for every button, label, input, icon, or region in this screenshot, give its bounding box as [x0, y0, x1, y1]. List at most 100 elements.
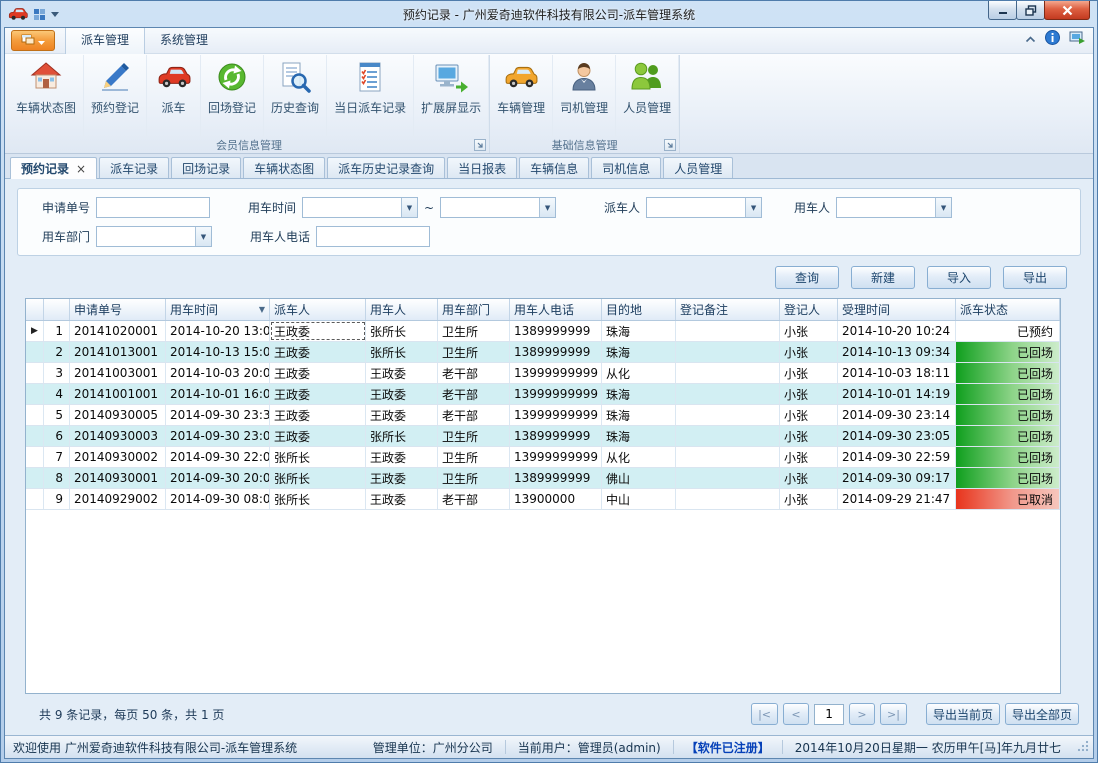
- cell-user[interactable]: 王政委: [366, 384, 438, 404]
- collapse-ribbon-icon[interactable]: [1025, 32, 1036, 46]
- column-header-registrar[interactable]: 登记人: [780, 299, 838, 320]
- cell-destination[interactable]: 从化: [602, 447, 676, 467]
- resize-grip-icon[interactable]: [1077, 740, 1089, 755]
- cell-order_no[interactable]: 20140930001: [70, 468, 166, 488]
- cell-phone[interactable]: 13999999999: [510, 447, 602, 467]
- cell-user[interactable]: 张所长: [366, 342, 438, 362]
- cell-user[interactable]: 张所长: [366, 321, 438, 341]
- cell-registrar[interactable]: 小张: [780, 405, 838, 425]
- cell-accept_time[interactable]: 2014-09-30 22:59: [838, 447, 956, 467]
- cell-accept_time[interactable]: 2014-09-30 23:14: [838, 405, 956, 425]
- column-header-dispatcher[interactable]: 派车人: [270, 299, 366, 320]
- vehicle-manage-button[interactable]: 车辆管理: [490, 55, 553, 136]
- cell-accept_time[interactable]: 2014-09-30 09:17: [838, 468, 956, 488]
- switch-window-icon[interactable]: [1069, 31, 1085, 47]
- cell-dispatcher[interactable]: 王政委: [270, 363, 366, 383]
- first-page-button[interactable]: |<: [751, 703, 778, 725]
- doc-tab-8[interactable]: 司机信息: [591, 157, 661, 178]
- cell-department[interactable]: 老干部: [438, 384, 510, 404]
- combo-arrow-icon[interactable]: ▼: [935, 198, 951, 217]
- cell-phone[interactable]: 1389999999: [510, 342, 602, 362]
- import-button[interactable]: 导入: [927, 266, 991, 289]
- cell-accept_time[interactable]: 2014-10-20 10:24: [838, 321, 956, 341]
- cell-dispatcher[interactable]: 王政委: [270, 426, 366, 446]
- cell-accept_time[interactable]: 2014-09-30 23:05: [838, 426, 956, 446]
- user-combo[interactable]: ▼: [836, 197, 952, 218]
- cell-destination[interactable]: 佛山: [602, 468, 676, 488]
- cell-order_no[interactable]: 20140930005: [70, 405, 166, 425]
- table-row[interactable]: 8201409300012014-09-30 20:00张所长王政委卫生所138…: [26, 468, 1060, 489]
- driver-manage-button[interactable]: 司机管理: [553, 55, 616, 136]
- export-current-page-button[interactable]: 导出当前页: [926, 703, 1000, 725]
- cell-accept_time[interactable]: 2014-09-29 21:47: [838, 489, 956, 509]
- cell-phone[interactable]: 1389999999: [510, 321, 602, 341]
- cell-remark[interactable]: [676, 447, 780, 467]
- cell-remark[interactable]: [676, 342, 780, 362]
- combo-arrow-icon[interactable]: ▼: [401, 198, 417, 217]
- cell-accept_time[interactable]: 2014-10-01 14:19: [838, 384, 956, 404]
- cell-use_time[interactable]: 2014-09-30 23:30: [166, 405, 270, 425]
- cell-destination[interactable]: 中山: [602, 489, 676, 509]
- license-link[interactable]: 【软件已注册】: [686, 739, 770, 756]
- doc-tab-3[interactable]: 回场记录: [171, 157, 241, 178]
- cell-phone[interactable]: 13999999999: [510, 363, 602, 383]
- cell-dispatcher[interactable]: 张所长: [270, 468, 366, 488]
- cell-dispatcher[interactable]: 张所长: [270, 489, 366, 509]
- cell-destination[interactable]: 珠海: [602, 426, 676, 446]
- cell-registrar[interactable]: 小张: [780, 384, 838, 404]
- cell-remark[interactable]: [676, 489, 780, 509]
- cell-accept_time[interactable]: 2014-10-13 09:34: [838, 342, 956, 362]
- cell-registrar[interactable]: 小张: [780, 342, 838, 362]
- cell-order_no[interactable]: 20140930003: [70, 426, 166, 446]
- dropdown-arrow-icon[interactable]: [51, 12, 59, 17]
- cell-use_time[interactable]: 2014-10-20 13:00: [166, 321, 270, 341]
- order-no-input[interactable]: [96, 197, 210, 218]
- doc-tab-2[interactable]: 派车记录: [99, 157, 169, 178]
- cell-destination[interactable]: 从化: [602, 363, 676, 383]
- close-button[interactable]: [1044, 1, 1090, 20]
- cell-registrar[interactable]: 小张: [780, 363, 838, 383]
- use-time-to-combo[interactable]: ▼: [440, 197, 556, 218]
- cell-destination[interactable]: 珠海: [602, 321, 676, 341]
- cell-use_time[interactable]: 2014-09-30 22:00: [166, 447, 270, 467]
- create-button[interactable]: 新建: [851, 266, 915, 289]
- doc-tab-4[interactable]: 车辆状态图: [243, 157, 325, 178]
- phone-input[interactable]: [316, 226, 430, 247]
- cell-phone[interactable]: 13999999999: [510, 384, 602, 404]
- staff-manage-button[interactable]: 人员管理: [616, 55, 679, 136]
- cell-status[interactable]: 已回场: [956, 468, 1060, 488]
- cell-status[interactable]: 已预约: [956, 321, 1060, 341]
- cell-dispatcher[interactable]: 王政委: [270, 405, 366, 425]
- table-row[interactable]: 7201409300022014-09-30 22:00张所长王政委卫生所139…: [26, 447, 1060, 468]
- column-header-destination[interactable]: 目的地: [602, 299, 676, 320]
- next-page-button[interactable]: >: [849, 703, 875, 725]
- cell-destination[interactable]: 珠海: [602, 384, 676, 404]
- cell-dispatcher[interactable]: 王政委: [270, 342, 366, 362]
- cell-order_no[interactable]: 20141003001: [70, 363, 166, 383]
- cell-registrar[interactable]: 小张: [780, 426, 838, 446]
- combo-arrow-icon[interactable]: ▼: [195, 227, 211, 246]
- cell-status[interactable]: 已回场: [956, 363, 1060, 383]
- daily-dispatch-record-button[interactable]: 当日派车记录: [327, 55, 414, 136]
- table-row[interactable]: ▶1201410200012014-10-20 13:00王政委张所长卫生所13…: [26, 321, 1060, 342]
- cell-destination[interactable]: 珠海: [602, 342, 676, 362]
- cell-order_no[interactable]: 20141013001: [70, 342, 166, 362]
- cell-phone[interactable]: 13999999999: [510, 405, 602, 425]
- cell-user[interactable]: 王政委: [366, 363, 438, 383]
- prev-page-button[interactable]: <: [783, 703, 809, 725]
- doc-tab-7[interactable]: 车辆信息: [519, 157, 589, 178]
- export-all-pages-button[interactable]: 导出全部页: [1005, 703, 1079, 725]
- cell-status[interactable]: 已取消: [956, 489, 1060, 509]
- cell-department[interactable]: 卫生所: [438, 447, 510, 467]
- dialog-launcher-icon[interactable]: [474, 139, 486, 151]
- dispatch-button[interactable]: 派车: [147, 55, 201, 136]
- restore-button[interactable]: [1016, 1, 1045, 20]
- column-header-remark[interactable]: 登记备注: [676, 299, 780, 320]
- cell-registrar[interactable]: 小张: [780, 447, 838, 467]
- column-header-order_no[interactable]: 申请单号: [70, 299, 166, 320]
- dialog-launcher-icon[interactable]: [664, 139, 676, 151]
- column-header-use_time[interactable]: 用车时间▼: [166, 299, 270, 320]
- cell-order_no[interactable]: 20140929002: [70, 489, 166, 509]
- tab-close-icon[interactable]: ×: [76, 162, 86, 176]
- table-row[interactable]: 5201409300052014-09-30 23:30王政委王政委老干部139…: [26, 405, 1060, 426]
